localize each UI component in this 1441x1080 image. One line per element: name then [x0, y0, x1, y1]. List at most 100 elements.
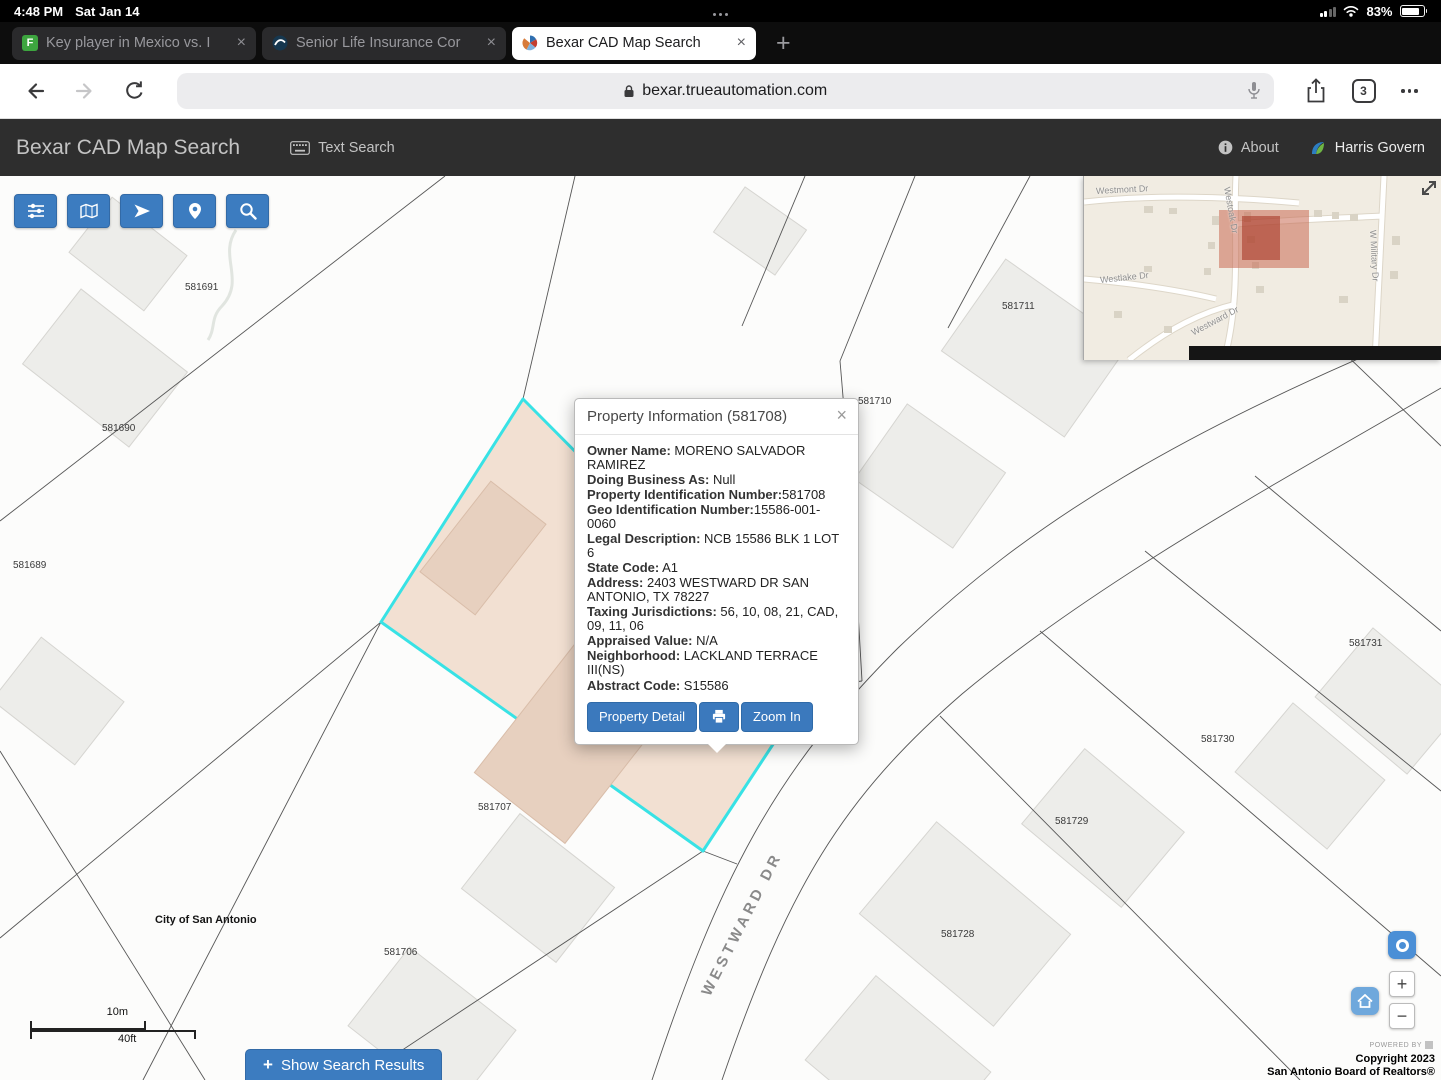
battery-icon: [1400, 5, 1428, 17]
harris-govern-logo-icon: [1309, 139, 1327, 157]
tab-bexar-cad[interactable]: Bexar CAD Map Search ×: [512, 27, 756, 60]
tab-key-player[interactable]: F Key player in Mexico vs. I ×: [12, 27, 256, 60]
popup-body: Owner Name: MORENO SALVADOR RAMIREZDoing…: [575, 435, 858, 744]
location-pin-button[interactable]: [173, 194, 216, 228]
reset-orientation-button[interactable]: [1388, 931, 1416, 959]
info-icon: [1218, 140, 1233, 155]
search-icon: [239, 202, 257, 220]
header-right: About Harris Govern: [1218, 139, 1425, 157]
reload-button[interactable]: [122, 79, 147, 104]
close-tab-icon[interactable]: ×: [737, 35, 746, 51]
forward-arrow-icon: [72, 78, 98, 104]
harris-govern-brand[interactable]: Harris Govern: [1309, 139, 1425, 157]
close-tab-icon[interactable]: ×: [237, 35, 246, 51]
tab-bar: F Key player in Mexico vs. I × Senior Li…: [0, 22, 1441, 64]
share-icon: [1304, 77, 1328, 105]
property-info-popup: Property Information (581708) × Owner Na…: [574, 398, 859, 745]
overview-map-canvas: [1084, 176, 1441, 360]
location-pin-icon: [188, 202, 202, 220]
status-right: 83%: [1320, 4, 1427, 19]
tab-title: Key player in Mexico vs. I: [46, 35, 229, 51]
airplane-icon: [133, 202, 151, 220]
home-extent-button[interactable]: [1351, 987, 1379, 1015]
wifi-icon: [1343, 5, 1359, 17]
scale-imperial-bar: 40ft: [30, 1030, 196, 1039]
text-search-label: Text Search: [318, 140, 395, 156]
layers-filter-button[interactable]: [14, 194, 57, 228]
back-arrow-icon: [22, 78, 48, 104]
property-field: Neighborhood: LACKLAND TERRACE III(NS): [587, 649, 846, 677]
scale-metric-bar: 10m: [30, 1021, 146, 1030]
close-tab-icon[interactable]: ×: [487, 35, 496, 51]
map-zoom-in-button[interactable]: +: [1389, 971, 1415, 997]
status-left: 4:48 PM Sat Jan 14: [14, 4, 139, 19]
copyright-notice: Copyright 2023 San Antonio Board of Real…: [1267, 1053, 1435, 1079]
property-field: Taxing Jurisdictions: 56, 10, 08, 21, CA…: [587, 605, 846, 633]
popup-zoom-in-button[interactable]: Zoom In: [741, 702, 813, 732]
city-label: City of San Antonio: [155, 914, 257, 926]
lock-icon: [623, 84, 635, 98]
status-date: Sat Jan 14: [75, 4, 139, 19]
map-zoom-out-button[interactable]: −: [1389, 1003, 1415, 1029]
expand-icon[interactable]: [1419, 178, 1439, 198]
fly-to-button[interactable]: [120, 194, 163, 228]
property-field: Legal Description: NCB 15586 BLK 1 LOT 6: [587, 532, 846, 560]
popup-caret: [708, 744, 726, 753]
property-field: Property Identification Number:581708: [587, 488, 846, 502]
property-detail-button[interactable]: Property Detail: [587, 702, 697, 732]
about-label: About: [1241, 140, 1279, 156]
property-field: Owner Name: MORENO SALVADOR RAMIREZ: [587, 444, 846, 472]
powered-by-logo-icon: [1425, 1041, 1433, 1049]
show-search-results-button[interactable]: + Show Search Results: [245, 1049, 442, 1080]
close-popup-icon[interactable]: ×: [836, 406, 847, 424]
tabs-button[interactable]: 3: [1352, 79, 1376, 103]
home-icon: [1357, 994, 1373, 1008]
overview-map[interactable]: Westmont DrWestoak DrWestlake DrW Milita…: [1083, 176, 1441, 360]
printer-icon: [711, 709, 727, 724]
property-fields: Owner Name: MORENO SALVADOR RAMIREZDoing…: [587, 444, 846, 693]
sliders-icon: [27, 203, 45, 219]
print-button[interactable]: [699, 702, 739, 732]
tab-title: Senior Life Insurance Cor: [296, 35, 479, 51]
basemap-button[interactable]: [67, 194, 110, 228]
ipad-screen: 4:48 PM Sat Jan 14 83% F Key player in M…: [0, 0, 1441, 1080]
powered-by-badge: POWERED BY: [1370, 1041, 1433, 1049]
share-button[interactable]: [1304, 77, 1328, 105]
news-site-favicon: F: [22, 35, 38, 51]
brand-label: Harris Govern: [1335, 140, 1425, 156]
back-button[interactable]: [22, 78, 48, 104]
forward-button[interactable]: [72, 78, 98, 104]
mic-icon[interactable]: [1247, 81, 1261, 106]
new-tab-button[interactable]: +: [776, 31, 791, 56]
property-field: Doing Business As: Null: [587, 473, 846, 487]
tab-title: Bexar CAD Map Search: [546, 35, 729, 51]
scale-bar: 10m 40ft: [30, 1021, 196, 1039]
property-field: Abstract Code: S15586: [587, 679, 846, 693]
map-icon: [80, 203, 98, 219]
battery-percent: 83%: [1366, 4, 1392, 19]
map-area: 5816915816905816895817115817105817315817…: [0, 176, 1441, 1080]
search-button[interactable]: [226, 194, 269, 228]
more-button[interactable]: [1400, 89, 1420, 93]
about-link[interactable]: About: [1218, 140, 1279, 156]
url-text: bexar.trueautomation.com: [642, 82, 827, 100]
property-field: Geo Identification Number:15586-001-0060: [587, 503, 846, 531]
clock: 4:48 PM: [14, 4, 63, 19]
text-search-link[interactable]: Text Search: [290, 140, 395, 156]
keyboard-icon: [290, 141, 310, 155]
reload-icon: [122, 79, 147, 104]
tab-senior-life[interactable]: Senior Life Insurance Cor ×: [262, 27, 506, 60]
popup-title: Property Information (581708): [587, 408, 787, 425]
address-bar[interactable]: bexar.trueautomation.com: [177, 73, 1274, 109]
copyright-line2: San Antonio Board of Realtors®: [1267, 1066, 1435, 1079]
pointer-indicator-dots: [712, 4, 730, 19]
property-field: State Code: A1: [587, 561, 846, 575]
show-search-results-label: Show Search Results: [281, 1057, 424, 1074]
plus-icon: +: [263, 1055, 273, 1075]
status-bar: 4:48 PM Sat Jan 14 83%: [0, 0, 1441, 22]
scale-imperial-label: 40ft: [118, 1033, 136, 1045]
site-title: Bexar CAD Map Search: [16, 136, 240, 160]
powered-by-label: POWERED BY: [1370, 1042, 1422, 1049]
stream-line: [208, 230, 236, 340]
site-header: Bexar CAD Map Search Text Search About H…: [0, 119, 1441, 176]
